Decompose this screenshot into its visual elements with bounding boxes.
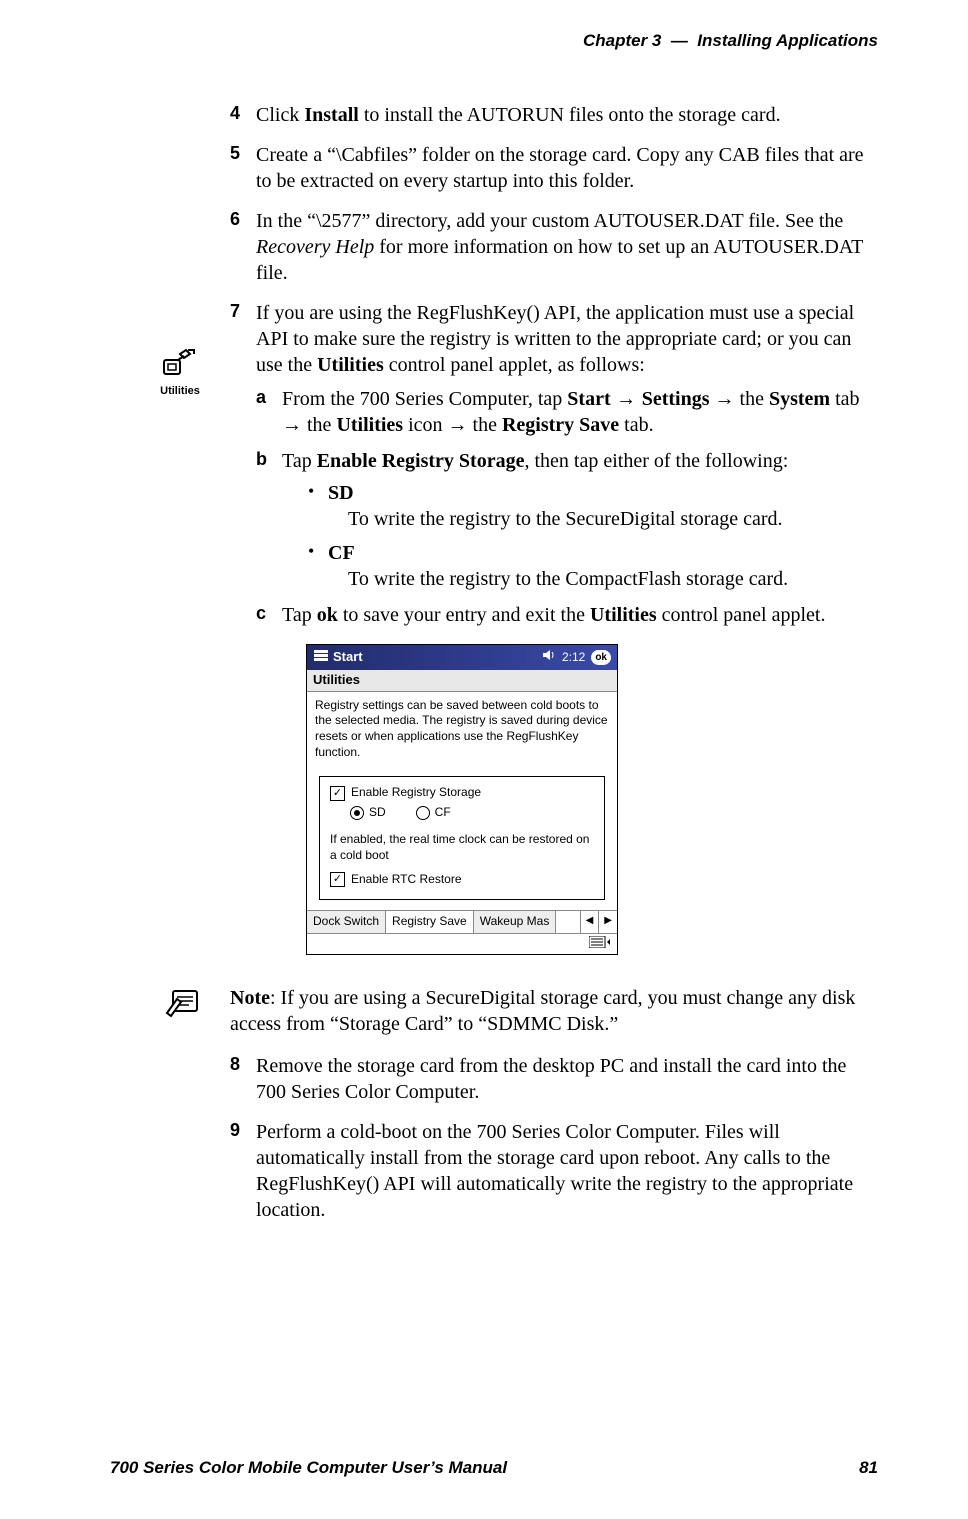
utilities-margin-icon: Utilities bbox=[150, 346, 210, 398]
substep-c-t3: control panel applet. bbox=[657, 604, 826, 626]
bullet-sd: SD To write the registry to the SecureDi… bbox=[308, 480, 878, 532]
tab-dock-switch[interactable]: Dock Switch bbox=[307, 911, 386, 933]
bullet-cf-label: CF bbox=[328, 542, 355, 564]
substep-b-t2: , then tap either of the following: bbox=[524, 450, 788, 472]
step-7: 7 If you are using the RegFlushKey() API… bbox=[230, 300, 878, 955]
substep-b-marker: b bbox=[256, 448, 267, 471]
pda-description: Registry settings can be saved between c… bbox=[307, 692, 617, 766]
step-4-bold: Install bbox=[304, 104, 358, 126]
pda-screenshot: Start 2:12 ok Utilities Registry setting… bbox=[306, 644, 878, 955]
pda-window: Start 2:12 ok Utilities Registry setting… bbox=[306, 644, 618, 955]
bullet-cf-desc: To write the registry to the CompactFlas… bbox=[348, 566, 878, 592]
substep-b-b1: Enable Registry Storage bbox=[317, 450, 525, 472]
radio-unselected-icon bbox=[416, 806, 430, 820]
step-9: 9 Perform a cold-boot on the 700 Series … bbox=[230, 1119, 878, 1223]
substep-a-t4: icon → the bbox=[403, 414, 502, 436]
step-4-text-pre: Click bbox=[256, 104, 304, 126]
substep-c: c Tap ok to save your entry and exit the… bbox=[256, 602, 878, 628]
speaker-icon[interactable] bbox=[542, 649, 556, 666]
pda-time: 2:12 bbox=[562, 650, 585, 666]
tab-registry-save[interactable]: Registry Save bbox=[386, 911, 474, 933]
radio-selected-icon bbox=[350, 806, 364, 820]
pda-keyboard-bar[interactable] bbox=[307, 933, 617, 955]
substep-c-b2: Utilities bbox=[590, 604, 657, 626]
radio-cf[interactable]: CF bbox=[416, 805, 451, 821]
radio-sd[interactable]: SD bbox=[350, 805, 386, 821]
note-block: Note: If you are using a SecureDigital s… bbox=[160, 985, 878, 1037]
radio-cf-label: CF bbox=[435, 805, 451, 821]
page-footer: 700 Series Color Mobile Computer User’s … bbox=[110, 1457, 878, 1479]
enable-registry-label: Enable Registry Storage bbox=[351, 785, 481, 801]
substep-b: b Tap Enable Registry Storage, then tap … bbox=[256, 448, 878, 592]
step-7-marker: 7 bbox=[230, 300, 240, 323]
step-6: 6 In the “\2577” directory, add your cus… bbox=[230, 208, 878, 286]
substep-b-t1: Tap bbox=[282, 450, 317, 472]
bullet-sd-desc: To write the registry to the SecureDigit… bbox=[348, 506, 878, 532]
running-header: Chapter 3 — Installing Applications bbox=[110, 30, 878, 52]
pda-tabs: Dock Switch Registry Save Wakeup Mas ◀ ▶ bbox=[307, 910, 617, 933]
substep-a-b2: Settings bbox=[642, 388, 710, 410]
step-6-marker: 6 bbox=[230, 208, 240, 231]
utilities-icon bbox=[160, 346, 200, 380]
footer-title: 700 Series Color Mobile Computer User’s … bbox=[110, 1457, 507, 1479]
radio-sd-label: SD bbox=[369, 805, 386, 821]
start-flag-icon bbox=[313, 648, 329, 667]
substep-c-b1: ok bbox=[317, 604, 338, 626]
substep-a-marker: a bbox=[256, 386, 266, 409]
tab-scroll-left-icon[interactable]: ◀ bbox=[580, 911, 599, 933]
step-5: 5 Create a “\Cabfiles” folder on the sto… bbox=[230, 142, 878, 194]
pda-titlebar: Start 2:12 ok bbox=[307, 645, 617, 670]
enable-rtc-label: Enable RTC Restore bbox=[351, 872, 462, 888]
step-8: 8 Remove the storage card from the deskt… bbox=[230, 1053, 878, 1105]
chapter-label: Chapter 3 bbox=[583, 31, 661, 50]
step-6-italic: Recovery Help bbox=[256, 236, 374, 258]
substep-a-b3: System bbox=[769, 388, 830, 410]
substep-a-b5: Registry Save bbox=[502, 414, 619, 436]
substep-a-t5: tab. bbox=[619, 414, 653, 436]
keyboard-icon bbox=[589, 937, 611, 951]
footer-page-number: 81 bbox=[859, 1457, 878, 1479]
step-6-text-pre: In the “\2577” directory, add your custo… bbox=[256, 210, 843, 232]
bullet-cf: CF To write the registry to the CompactF… bbox=[308, 540, 878, 592]
chapter-title: Installing Applications bbox=[697, 31, 878, 50]
bullet-sd-label: SD bbox=[328, 482, 354, 504]
substep-a-t1: From the 700 Series Computer, tap bbox=[282, 388, 567, 410]
substep-c-marker: c bbox=[256, 602, 266, 625]
note-text: : If you are using a SecureDigital stora… bbox=[230, 987, 855, 1035]
step-4-text-post: to install the AUTORUN files onto the st… bbox=[359, 104, 781, 126]
step-7-bold: Utilities bbox=[317, 354, 384, 376]
step-8-text: Remove the storage card from the desktop… bbox=[256, 1055, 846, 1103]
step-9-text: Perform a cold-boot on the 700 Series Co… bbox=[256, 1121, 853, 1221]
pda-app-title: Utilities bbox=[307, 670, 617, 692]
step-8-marker: 8 bbox=[230, 1053, 240, 1076]
note-icon bbox=[160, 985, 210, 1026]
utilities-icon-label: Utilities bbox=[160, 385, 200, 397]
tab-scroll-right-icon[interactable]: ▶ bbox=[598, 911, 617, 933]
checkbox-icon: ✓ bbox=[330, 786, 345, 801]
pda-start-label[interactable]: Start bbox=[333, 649, 363, 666]
substep-a-b4: Utilities bbox=[336, 414, 403, 436]
substep-c-t2: to save your entry and exit the bbox=[338, 604, 590, 626]
pda-ok-button[interactable]: ok bbox=[591, 650, 611, 665]
substep-a-b1: Start bbox=[567, 388, 610, 410]
header-dash: — bbox=[671, 31, 688, 50]
substep-a-t2: → the bbox=[710, 388, 769, 410]
step-5-text: Create a “\Cabfiles” folder on the stora… bbox=[256, 144, 864, 192]
note-lead: Note bbox=[230, 987, 270, 1009]
substep-c-t1: Tap bbox=[282, 604, 317, 626]
step-4-marker: 4 bbox=[230, 102, 240, 125]
tab-wakeup[interactable]: Wakeup Mas bbox=[474, 911, 557, 933]
rtc-hint: If enabled, the real time clock can be r… bbox=[330, 832, 594, 863]
substep-a: a From the 700 Series Computer, tap Star… bbox=[256, 386, 878, 438]
pda-settings-box: ✓ Enable Registry Storage SD bbox=[319, 776, 605, 900]
enable-registry-checkbox[interactable]: ✓ Enable Registry Storage bbox=[330, 785, 594, 801]
step-7-text-post: control panel applet, as follows: bbox=[384, 354, 645, 376]
arrow-1: → bbox=[611, 388, 642, 410]
checkbox-icon-2: ✓ bbox=[330, 872, 345, 887]
step-9-marker: 9 bbox=[230, 1119, 240, 1142]
step-5-marker: 5 bbox=[230, 142, 240, 165]
step-4: 4 Click Install to install the AUTORUN f… bbox=[230, 102, 878, 128]
enable-rtc-checkbox[interactable]: ✓ Enable RTC Restore bbox=[330, 872, 594, 888]
